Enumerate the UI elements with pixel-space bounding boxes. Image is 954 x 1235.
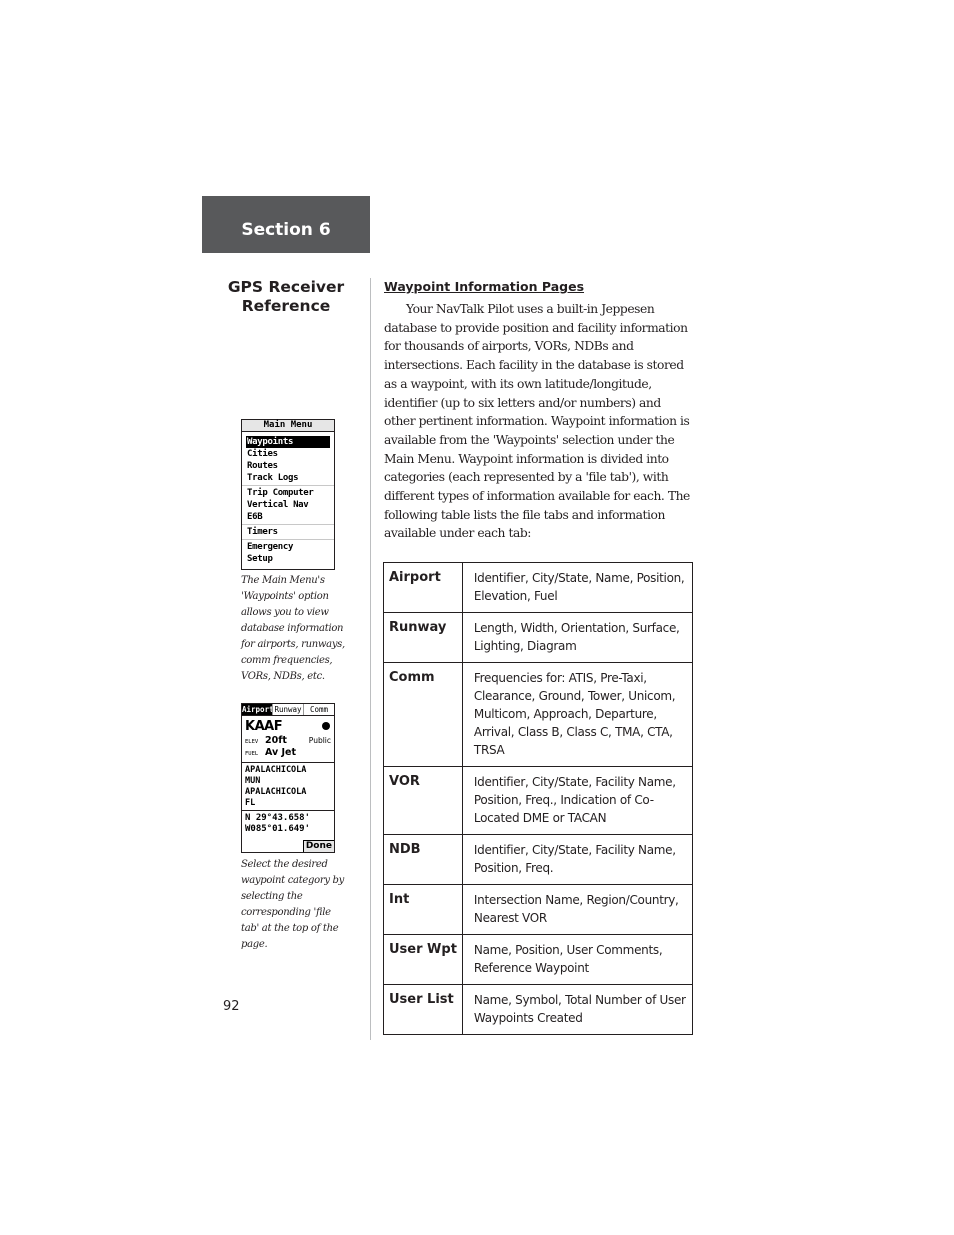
tab-runway[interactable]: Runway xyxy=(272,704,303,715)
menu-item-cities[interactable]: Cities xyxy=(242,448,334,460)
tab-name-cell: VOR xyxy=(383,766,463,835)
name-line: APALACHICOLA xyxy=(245,787,307,797)
sidebar-title: GPS Receiver Reference xyxy=(202,278,370,316)
table-row: NDB Identifier, City/State, Facility Name… xyxy=(383,834,694,885)
section-heading: Waypoint Information Pages xyxy=(384,279,585,294)
main-menu-caption: The Main Menu's 'Waypoints' option allow… xyxy=(241,575,345,682)
usage-value: Public xyxy=(308,736,331,745)
section-label: Section 6 xyxy=(241,220,331,240)
page-number: 92 xyxy=(223,999,240,1014)
waypoint-caption: Select the desired waypoint category by … xyxy=(241,859,345,950)
main-menu-title: Main Menu xyxy=(242,420,334,432)
tab-info-cell: Name, Position, User Comments, Reference… xyxy=(461,934,694,985)
waypoint-airport-screen: Airport Runway Comm KAAF ELEV 20ft Publi… xyxy=(241,703,335,853)
table-row: User Wpt Name, Position, User Comments, R… xyxy=(383,934,694,985)
tab-info-cell: Identifier, City/State, Name, Position, … xyxy=(461,562,694,613)
longitude: W085°01.649' xyxy=(245,824,311,834)
name-line: FL xyxy=(245,798,256,808)
done-button[interactable]: Done xyxy=(302,840,334,852)
table-row: Runway Length, Width, Orientation, Surfac… xyxy=(383,612,694,663)
sidebar-title-line1: GPS Receiver xyxy=(227,278,345,296)
tab-info-cell: Intersection Name, Region/Country, Neare… xyxy=(461,884,694,935)
table-row: Int Intersection Name, Region/Country, Ne… xyxy=(383,884,694,935)
menu-group: Trip Computer Vertical Nav E6B xyxy=(242,486,334,525)
tab-info-cell: Identifier, City/State, Facility Name, P… xyxy=(461,834,694,885)
body-paragraph: Your NavTalk Pilot uses a built-in Jeppe… xyxy=(384,302,690,541)
tab-name-cell: Runway xyxy=(383,612,463,663)
tab-info-cell: Frequencies for: ATIS, Pre-Taxi, Clearan… xyxy=(461,662,694,767)
menu-item-trip-computer[interactable]: Trip Computer xyxy=(242,487,334,499)
menu-group: Emergency Setup xyxy=(242,540,334,566)
facility-name: APALACHICOLA MUN APALACHICOLA FL xyxy=(242,763,334,810)
menu-item-timers[interactable]: Timers xyxy=(242,526,334,538)
fuel-value: Av Jet xyxy=(265,747,297,758)
table-row: Airport Identifier, City/State, Name, Pos… xyxy=(383,562,694,613)
tab-name-cell: User Wpt xyxy=(383,934,463,985)
menu-item-vertical-nav[interactable]: Vertical Nav xyxy=(242,499,334,511)
tab-info-cell: Name, Symbol, Total Number of User Waypo… xyxy=(461,984,694,1035)
latitude: N 29°43.658' xyxy=(245,813,311,823)
table-row: VOR Identifier, City/State, Facility Name… xyxy=(383,766,694,835)
menu-item-waypoints[interactable]: Waypoints xyxy=(246,436,330,448)
waypoint-tabs: Airport Runway Comm xyxy=(242,704,334,716)
column-divider xyxy=(370,278,371,1040)
sidebar-title-line2: Reference xyxy=(241,297,331,315)
menu-group: Waypoints Cities Routes Track Logs xyxy=(242,435,334,486)
file-tab-table: Airport Identifier, City/State, Name, Pos… xyxy=(383,562,694,1035)
menu-group: Timers xyxy=(242,525,334,540)
menu-item-setup[interactable]: Setup xyxy=(242,553,334,565)
tab-info-cell: Length, Width, Orientation, Surface, Lig… xyxy=(461,612,694,663)
tab-name-cell: Airport xyxy=(383,562,463,613)
tab-info-cell: Identifier, City/State, Facility Name, P… xyxy=(461,766,694,835)
menu-item-e6b[interactable]: E6B xyxy=(242,511,334,523)
name-line: MUN xyxy=(245,776,261,786)
menu-item-routes[interactable]: Routes xyxy=(242,460,334,472)
name-line: APALACHICOLA xyxy=(245,765,307,775)
tab-name-cell: NDB xyxy=(383,834,463,885)
airport-symbol-icon xyxy=(322,722,330,730)
tab-name-cell: Int xyxy=(383,884,463,935)
fuel-label: FUEL xyxy=(245,751,259,757)
tab-airport[interactable]: Airport xyxy=(242,704,272,715)
tab-name-cell: Comm xyxy=(383,662,463,767)
position: N 29°43.658' W085°01.649' xyxy=(242,811,334,835)
tab-comm[interactable]: Comm xyxy=(303,704,334,715)
elev-value: 20ft xyxy=(265,735,287,746)
table-row: User List Name, Symbol, Total Number of U… xyxy=(383,984,694,1035)
tab-name-cell: User List xyxy=(383,984,463,1035)
table-row: Comm Frequencies for: ATIS, Pre-Taxi, Cle… xyxy=(383,662,694,767)
waypoint-identifier: KAAF xyxy=(245,718,283,734)
menu-item-track-logs[interactable]: Track Logs xyxy=(242,472,334,484)
elev-label: ELEV xyxy=(245,739,259,745)
section-header: Section 6 xyxy=(202,196,370,253)
main-menu-screen: Main Menu Waypoints Cities Routes Track … xyxy=(241,419,335,570)
menu-item-emergency[interactable]: Emergency xyxy=(242,541,334,553)
